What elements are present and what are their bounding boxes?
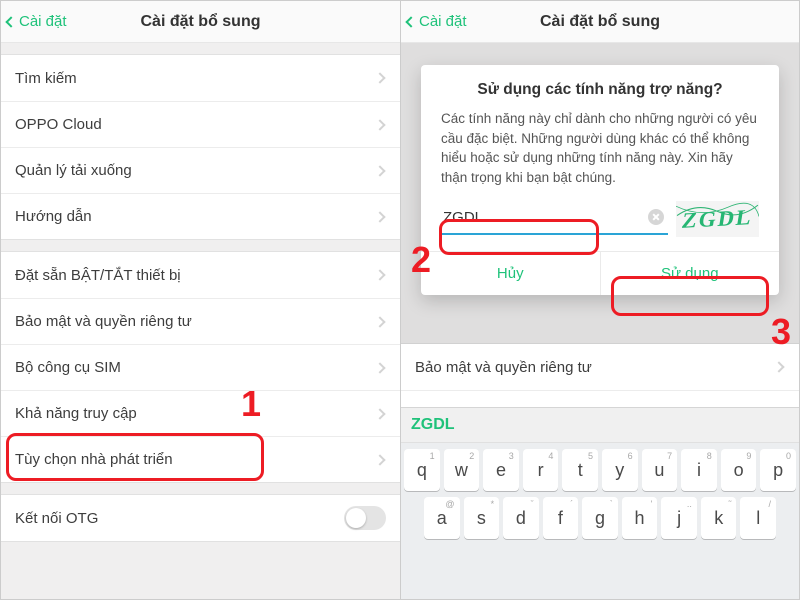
key-i[interactable]: 8i xyxy=(681,449,717,491)
toggle-otg[interactable] xyxy=(344,506,386,530)
key-s[interactable]: *s xyxy=(464,497,500,539)
dialog-buttons: Hủy Sử dụng xyxy=(421,251,779,295)
row-otg[interactable]: Kết nối OTG xyxy=(1,495,400,541)
row-developer-options[interactable]: Tùy chọn nhà phát triển xyxy=(1,436,400,482)
key-e[interactable]: 3e xyxy=(483,449,519,491)
chevron-right-icon xyxy=(374,316,385,327)
chevron-left-icon xyxy=(5,16,16,27)
chevron-right-icon xyxy=(374,408,385,419)
chevron-left-icon xyxy=(405,16,416,27)
chevron-right-icon xyxy=(374,454,385,465)
cancel-button[interactable]: Hủy xyxy=(421,252,600,295)
row-sim-toolkit[interactable]: Bộ công cụ SIM xyxy=(1,344,400,390)
back-label: Cài đặt xyxy=(19,13,67,30)
key-d[interactable]: ˇd xyxy=(503,497,539,539)
back-button[interactable]: Cài đặt xyxy=(401,13,467,30)
key-o[interactable]: 9o xyxy=(721,449,757,491)
key-l[interactable]: /l xyxy=(740,497,776,539)
key-h[interactable]: 'h xyxy=(622,497,658,539)
key-k[interactable]: ˜k xyxy=(701,497,737,539)
screen-right: Cài đặt Cài đặt bổ sung Bảo mật và quyền… xyxy=(400,1,799,599)
key-t[interactable]: 5t xyxy=(562,449,598,491)
back-label: Cài đặt xyxy=(419,13,467,30)
header: Cài đặt Cài đặt bổ sung xyxy=(1,1,400,43)
settings-group-3: Kết nối OTG xyxy=(1,494,400,542)
key-f[interactable]: ´f xyxy=(543,497,579,539)
row-schedule-power[interactable]: Đặt sẵn BẬT/TẮT thiết bị xyxy=(1,252,400,298)
chevron-right-icon xyxy=(374,362,385,373)
key-u[interactable]: 7u xyxy=(642,449,678,491)
row-guide[interactable]: Hướng dẫn xyxy=(1,193,400,239)
dialog-body: Các tính năng này chỉ dành cho những ngư… xyxy=(421,109,779,201)
captcha-input[interactable] xyxy=(441,203,668,235)
row-downloads[interactable]: Quản lý tải xuống xyxy=(1,147,400,193)
row-search[interactable]: Tìm kiếm xyxy=(1,55,400,101)
chevron-right-icon xyxy=(374,165,385,176)
row-security[interactable]: Bảo mật và quyền riêng tư xyxy=(1,298,400,344)
key-a[interactable]: @a xyxy=(424,497,460,539)
row-accessibility[interactable]: Khả năng truy cập xyxy=(1,390,400,436)
keyboard-suggestion-bar: ZGDL xyxy=(401,407,799,443)
key-w[interactable]: 2w xyxy=(444,449,480,491)
key-j[interactable]: ..j xyxy=(661,497,697,539)
accessibility-dialog: Sử dụng các tính năng trợ năng? Các tính… xyxy=(421,65,779,295)
header: Cài đặt Cài đặt bổ sung xyxy=(401,1,799,43)
chevron-right-icon xyxy=(374,72,385,83)
confirm-button[interactable]: Sử dụng xyxy=(600,252,780,295)
soft-keyboard: 1q2w3e4r5t6y7u8i9o0p @a*sˇd´f`g'h..j˜k/l xyxy=(401,443,799,599)
row-oppo-cloud[interactable]: OPPO Cloud xyxy=(1,101,400,147)
key-r[interactable]: 4r xyxy=(523,449,559,491)
key-y[interactable]: 6y xyxy=(602,449,638,491)
captcha-input-wrap xyxy=(441,203,668,235)
chevron-right-icon xyxy=(773,361,784,372)
keyboard-suggestion[interactable]: ZGDL xyxy=(411,416,455,434)
key-q[interactable]: 1q xyxy=(404,449,440,491)
row-security[interactable]: Bảo mật và quyền riêng tư xyxy=(401,344,799,390)
chevron-right-icon xyxy=(374,211,385,222)
chevron-right-icon xyxy=(374,119,385,130)
key-p[interactable]: 0p xyxy=(760,449,796,491)
chevron-right-icon xyxy=(374,269,385,280)
captcha-text: ZGDL xyxy=(676,201,759,237)
settings-group-2: Đặt sẵn BẬT/TẮT thiết bị Bảo mật và quyề… xyxy=(1,251,400,483)
settings-group-1: Tìm kiếm OPPO Cloud Quản lý tải xuống Hư… xyxy=(1,54,400,240)
screen-left: Cài đặt Cài đặt bổ sung Tìm kiếm OPPO Cl… xyxy=(1,1,400,599)
back-button[interactable]: Cài đặt xyxy=(1,13,67,30)
dialog-title: Sử dụng các tính năng trợ năng? xyxy=(421,65,779,109)
key-g[interactable]: `g xyxy=(582,497,618,539)
captcha-image: ZGDL xyxy=(676,201,759,237)
